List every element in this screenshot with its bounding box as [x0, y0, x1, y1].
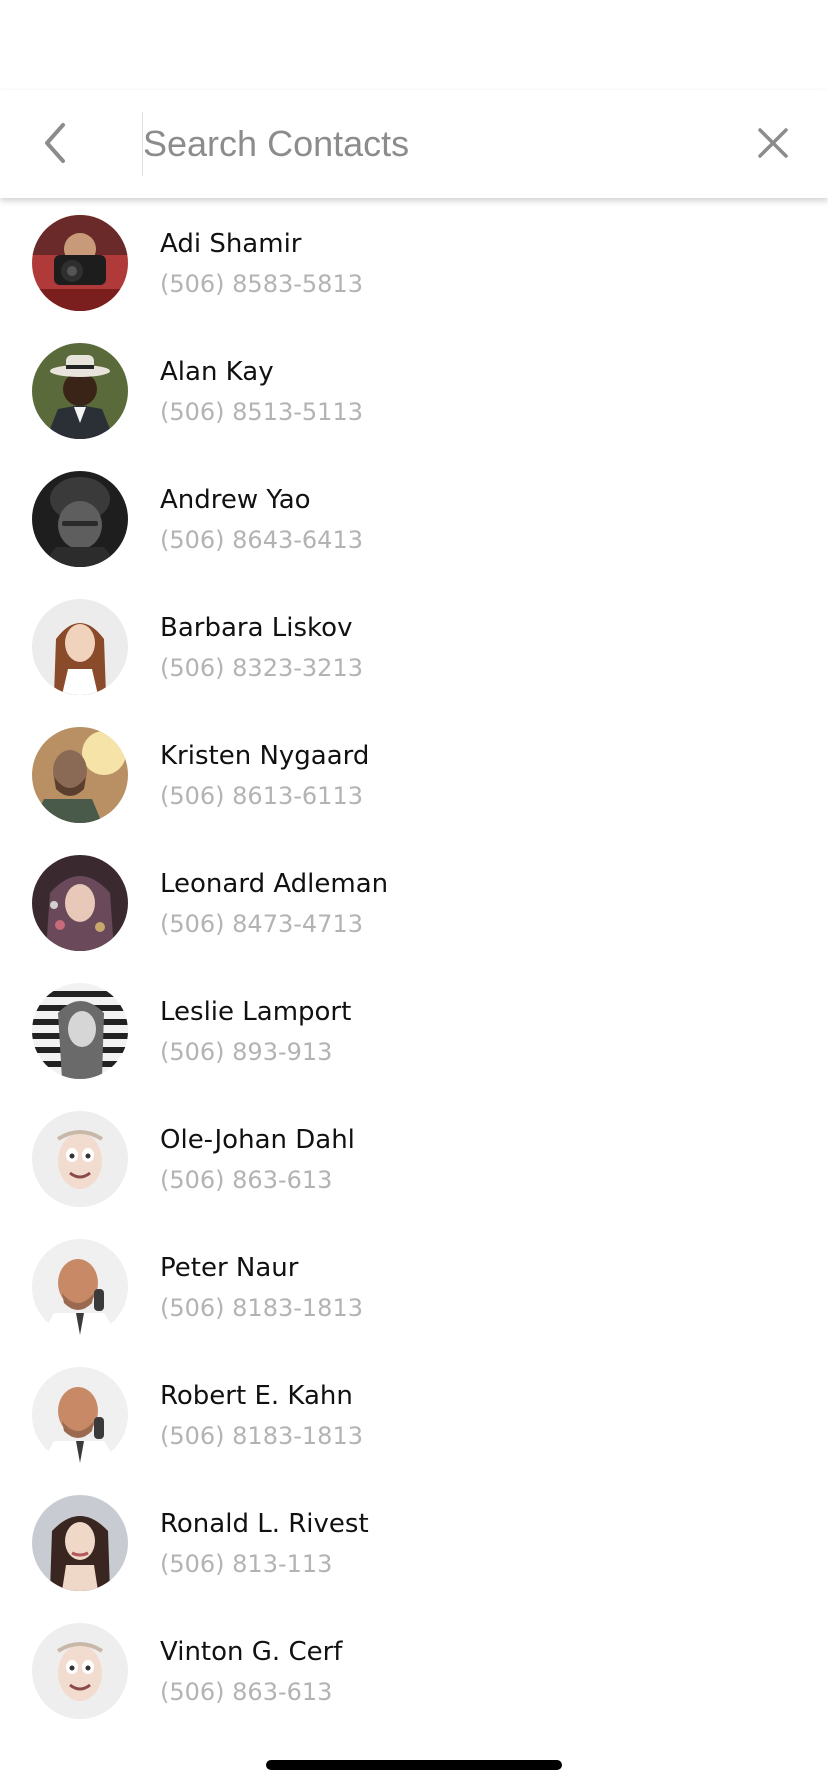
home-indicator[interactable] [266, 1760, 562, 1770]
contact-phone: (506) 8513-5113 [160, 398, 363, 426]
contact-phone: (506) 8183-1813 [160, 1294, 363, 1322]
contact-phone: (506) 8473-4713 [160, 910, 363, 938]
avatar [32, 1111, 128, 1207]
avatar [32, 727, 128, 823]
contact-phone: (506) 813-113 [160, 1550, 333, 1578]
avatar [32, 1623, 128, 1719]
contact-name: Ole-Johan Dahl [160, 1125, 355, 1155]
contact-phone: (506) 8643-6413 [160, 526, 363, 554]
search-input[interactable] [142, 112, 723, 176]
avatar [32, 599, 128, 695]
avatar [32, 1495, 128, 1591]
contact-row[interactable]: Peter Naur (506) 8183-1813 [0, 1222, 828, 1350]
contact-row[interactable]: Alan Kay (506) 8513-5113 [0, 326, 828, 454]
contact-name: Adi Shamir [160, 229, 302, 259]
close-icon [757, 127, 789, 163]
clear-search-button[interactable] [748, 120, 798, 170]
contact-phone: (506) 8323-3213 [160, 654, 363, 682]
contact-name: Vinton G. Cerf [160, 1637, 343, 1667]
contact-name: Andrew Yao [160, 485, 311, 515]
search-header [0, 90, 828, 198]
avatar [32, 983, 128, 1079]
contact-row[interactable]: Andrew Yao (506) 8643-6413 [0, 454, 828, 582]
contact-name: Kristen Nygaard [160, 741, 370, 771]
contact-name: Ronald L. Rivest [160, 1509, 369, 1539]
contact-row[interactable]: Ole-Johan Dahl (506) 863-613 [0, 1094, 828, 1222]
contact-row[interactable]: Adi Shamir (506) 8583-5813 [0, 198, 828, 326]
contact-row[interactable]: Kristen Nygaard (506) 8613-6113 [0, 710, 828, 838]
contact-row[interactable]: Ronald L. Rivest (506) 813-113 [0, 1478, 828, 1606]
contact-name: Alan Kay [160, 357, 274, 387]
avatar [32, 1367, 128, 1463]
contact-phone: (506) 8583-5813 [160, 270, 363, 298]
contact-phone: (506) 8613-6113 [160, 782, 363, 810]
contact-row[interactable]: Leslie Lamport (506) 893-913 [0, 966, 828, 1094]
contact-phone: (506) 8183-1813 [160, 1422, 363, 1450]
contact-phone: (506) 893-913 [160, 1038, 333, 1066]
contact-list: Adi Shamir (506) 8583-5813 Alan Kay (506… [0, 198, 828, 1734]
contact-name: Barbara Liskov [160, 613, 353, 643]
chevron-left-icon [41, 121, 69, 169]
avatar [32, 215, 128, 311]
contact-row[interactable]: Vinton G. Cerf (506) 863-613 [0, 1606, 828, 1734]
back-button[interactable] [30, 120, 80, 170]
contact-name: Peter Naur [160, 1253, 299, 1283]
avatar [32, 471, 128, 567]
contact-row[interactable]: Leonard Adleman (506) 8473-4713 [0, 838, 828, 966]
contact-name: Leslie Lamport [160, 997, 352, 1027]
contact-row[interactable]: Barbara Liskov (506) 8323-3213 [0, 582, 828, 710]
avatar [32, 1239, 128, 1335]
avatar [32, 855, 128, 951]
contact-phone: (506) 863-613 [160, 1678, 333, 1706]
contact-name: Robert E. Kahn [160, 1381, 353, 1411]
contact-name: Leonard Adleman [160, 869, 389, 899]
avatar [32, 343, 128, 439]
status-bar-area [0, 0, 828, 90]
contact-phone: (506) 863-613 [160, 1166, 333, 1194]
contact-row[interactable]: Robert E. Kahn (506) 8183-1813 [0, 1350, 828, 1478]
